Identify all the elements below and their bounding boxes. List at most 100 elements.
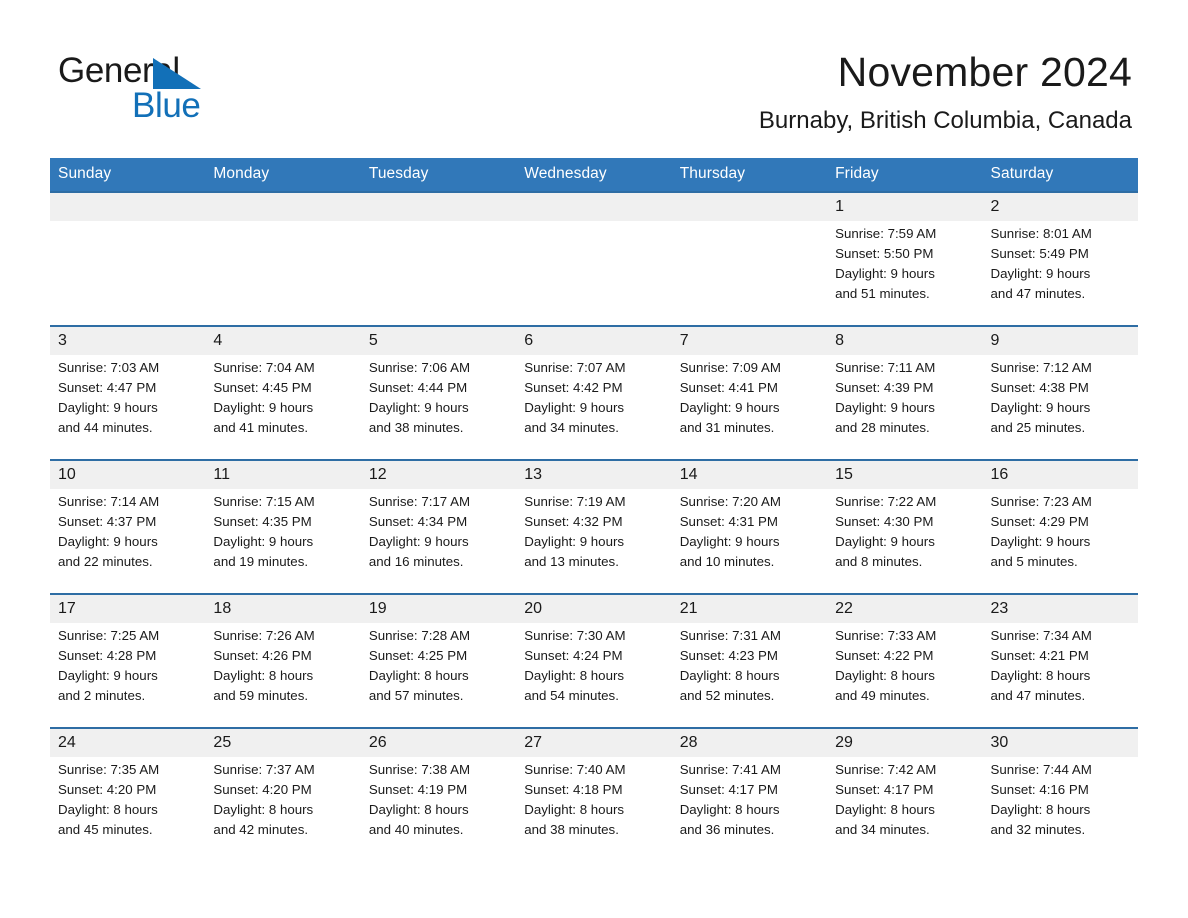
day-info-cell: Sunrise: 7:22 AM Sunset: 4:30 PM Daylight:…: [827, 489, 983, 584]
day-number-cell[interactable]: 9: [982, 327, 1138, 355]
sunrise-text: Sunrise: 7:23 AM: [990, 494, 1092, 509]
day-info-cell: Sunrise: 7:44 AM Sunset: 4:16 PM Daylight:…: [982, 757, 1138, 852]
day-number-cell[interactable]: 8: [827, 327, 983, 355]
sunset-text: Sunset: 5:49 PM: [990, 246, 1089, 261]
daylight-text-line1: Daylight: 8 hours: [990, 668, 1091, 683]
calendar-table: Sunday Monday Tuesday Wednesday Thursday…: [50, 158, 1138, 852]
sunset-text: Sunset: 4:24 PM: [524, 648, 623, 663]
day-number-cell[interactable]: 15: [827, 461, 983, 489]
sunrise-text: Sunrise: 7:11 AM: [835, 360, 936, 375]
day-number-cell[interactable]: 11: [205, 461, 361, 489]
day-number-cell[interactable]: 12: [360, 461, 517, 489]
title-block: November 2024 Burnaby, British Columbia,…: [759, 48, 1132, 135]
day-info-cell: Sunrise: 7:34 AM Sunset: 4:21 PM Daylight:…: [982, 623, 1138, 718]
day-number-cell[interactable]: 25: [205, 729, 361, 757]
weekday-header-row: Sunday Monday Tuesday Wednesday Thursday…: [50, 158, 1138, 191]
day-number-row: 17 18 19 20 21 22 23: [50, 595, 1138, 623]
day-info-cell: Sunrise: 7:41 AM Sunset: 4:17 PM Daylight:…: [671, 757, 828, 852]
weekday-header-monday: Monday: [205, 158, 361, 191]
sunset-text: Sunset: 4:18 PM: [524, 782, 623, 797]
day-number-cell[interactable]: 4: [205, 327, 361, 355]
day-info-cell: Sunrise: 7:23 AM Sunset: 4:29 PM Daylight:…: [982, 489, 1138, 584]
day-number-cell[interactable]: 2: [982, 193, 1138, 221]
day-info-cell: Sunrise: 7:59 AM Sunset: 5:50 PM Daylight:…: [827, 221, 983, 316]
daylight-text-line1: Daylight: 9 hours: [368, 534, 469, 549]
sunrise-text: Sunrise: 7:03 AM: [58, 360, 160, 375]
day-info-cell: Sunrise: 8:01 AM Sunset: 5:49 PM Daylight:…: [982, 221, 1138, 316]
daylight-text-line1: Daylight: 9 hours: [990, 534, 1091, 549]
sunset-text: Sunset: 4:37 PM: [58, 514, 157, 529]
daylight-text-line2: and 51 minutes.: [835, 286, 930, 301]
day-info-cell: Sunrise: 7:33 AM Sunset: 4:22 PM Daylight:…: [827, 623, 983, 718]
day-number-cell[interactable]: 5: [360, 327, 517, 355]
day-number-row: 12: [50, 193, 1138, 221]
triangle-icon: [153, 58, 201, 89]
week-gap-cell: [50, 316, 1138, 325]
day-number-cell[interactable]: 21: [671, 595, 828, 623]
day-number-cell[interactable]: 30: [982, 729, 1138, 757]
day-number-cell[interactable]: 17: [50, 595, 206, 623]
day-number-cell[interactable]: 22: [827, 595, 983, 623]
daylight-text-line1: Daylight: 9 hours: [58, 534, 158, 549]
day-number-cell[interactable]: 7: [671, 327, 828, 355]
day-number-cell[interactable]: 27: [516, 729, 672, 757]
day-number-cell[interactable]: 6: [516, 327, 672, 355]
day-number-cell[interactable]: [360, 193, 517, 221]
day-number-cell[interactable]: 18: [205, 595, 361, 623]
day-number-cell[interactable]: 1: [827, 193, 983, 221]
day-number-cell[interactable]: 20: [516, 595, 672, 623]
daylight-text-line2: and 36 minutes.: [679, 822, 775, 837]
daylight-text-line2: and 2 minutes.: [58, 688, 146, 703]
daylight-text-line2: and 41 minutes.: [213, 420, 309, 435]
day-number-cell[interactable]: [50, 193, 206, 221]
day-info-cell: Sunrise: 7:03 AM Sunset: 4:47 PM Daylight:…: [50, 355, 206, 450]
daylight-text-line1: Daylight: 9 hours: [679, 400, 780, 415]
sunrise-text: Sunrise: 7:42 AM: [835, 762, 937, 777]
general-blue-logo: General Blue: [58, 52, 298, 125]
day-number-row: 10 11 12 13 14 15 16: [50, 461, 1138, 489]
sunset-text: Sunset: 4:20 PM: [213, 782, 312, 797]
daylight-text-line2: and 13 minutes.: [524, 554, 619, 569]
day-number-cell[interactable]: [671, 193, 828, 221]
daylight-text-line1: Daylight: 8 hours: [368, 668, 469, 683]
sunset-text: Sunset: 4:26 PM: [213, 648, 312, 663]
day-number-cell[interactable]: 3: [50, 327, 206, 355]
day-number-cell[interactable]: 24: [50, 729, 206, 757]
sunset-text: Sunset: 4:31 PM: [679, 514, 778, 529]
sunset-text: Sunset: 4:25 PM: [368, 648, 468, 663]
day-info-cell: [516, 221, 672, 316]
day-number-cell[interactable]: 10: [50, 461, 206, 489]
sunset-text: Sunset: 4:19 PM: [368, 782, 468, 797]
day-info-cell: [205, 221, 361, 316]
day-info-cell: Sunrise: 7:28 AM Sunset: 4:25 PM Daylight:…: [360, 623, 517, 718]
sunrise-text: Sunrise: 7:07 AM: [524, 360, 626, 375]
daylight-text-line1: Daylight: 9 hours: [990, 266, 1091, 281]
day-number-cell[interactable]: 19: [360, 595, 517, 623]
daylight-text-line1: Daylight: 8 hours: [524, 802, 625, 817]
daylight-text-line2: and 52 minutes.: [679, 688, 775, 703]
sunrise-text: Sunrise: 7:15 AM: [213, 494, 315, 509]
day-number-cell[interactable]: 28: [671, 729, 828, 757]
week-gap-cell: [50, 718, 1138, 727]
day-number-cell[interactable]: 16: [982, 461, 1138, 489]
day-number-cell[interactable]: 26: [360, 729, 517, 757]
day-info-cell: Sunrise: 7:07 AM Sunset: 4:42 PM Daylight:…: [516, 355, 672, 450]
day-number-cell[interactable]: 13: [516, 461, 672, 489]
day-number-cell[interactable]: 14: [671, 461, 828, 489]
day-number-cell[interactable]: [516, 193, 672, 221]
sunrise-text: Sunrise: 7:33 AM: [835, 628, 937, 643]
daylight-text-line1: Daylight: 9 hours: [58, 400, 158, 415]
day-number-row: 24 25 26 27 28 29 30: [50, 729, 1138, 757]
day-info-row: Sunrise: 7:59 AM Sunset: 5:50 PM Daylight:…: [50, 221, 1138, 316]
daylight-text-line2: and 40 minutes.: [368, 822, 464, 837]
daylight-text-line2: and 42 minutes.: [213, 822, 309, 837]
daylight-text-line2: and 59 minutes.: [213, 688, 309, 703]
weekday-header-thursday: Thursday: [671, 158, 828, 191]
day-number-cell[interactable]: 29: [827, 729, 983, 757]
day-number-cell[interactable]: [205, 193, 361, 221]
daylight-text-line2: and 54 minutes.: [524, 688, 619, 703]
day-info-cell: Sunrise: 7:15 AM Sunset: 4:35 PM Daylight:…: [205, 489, 361, 584]
daylight-text-line2: and 45 minutes.: [58, 822, 153, 837]
day-number-cell[interactable]: 23: [982, 595, 1138, 623]
daylight-text-line2: and 47 minutes.: [990, 688, 1086, 703]
